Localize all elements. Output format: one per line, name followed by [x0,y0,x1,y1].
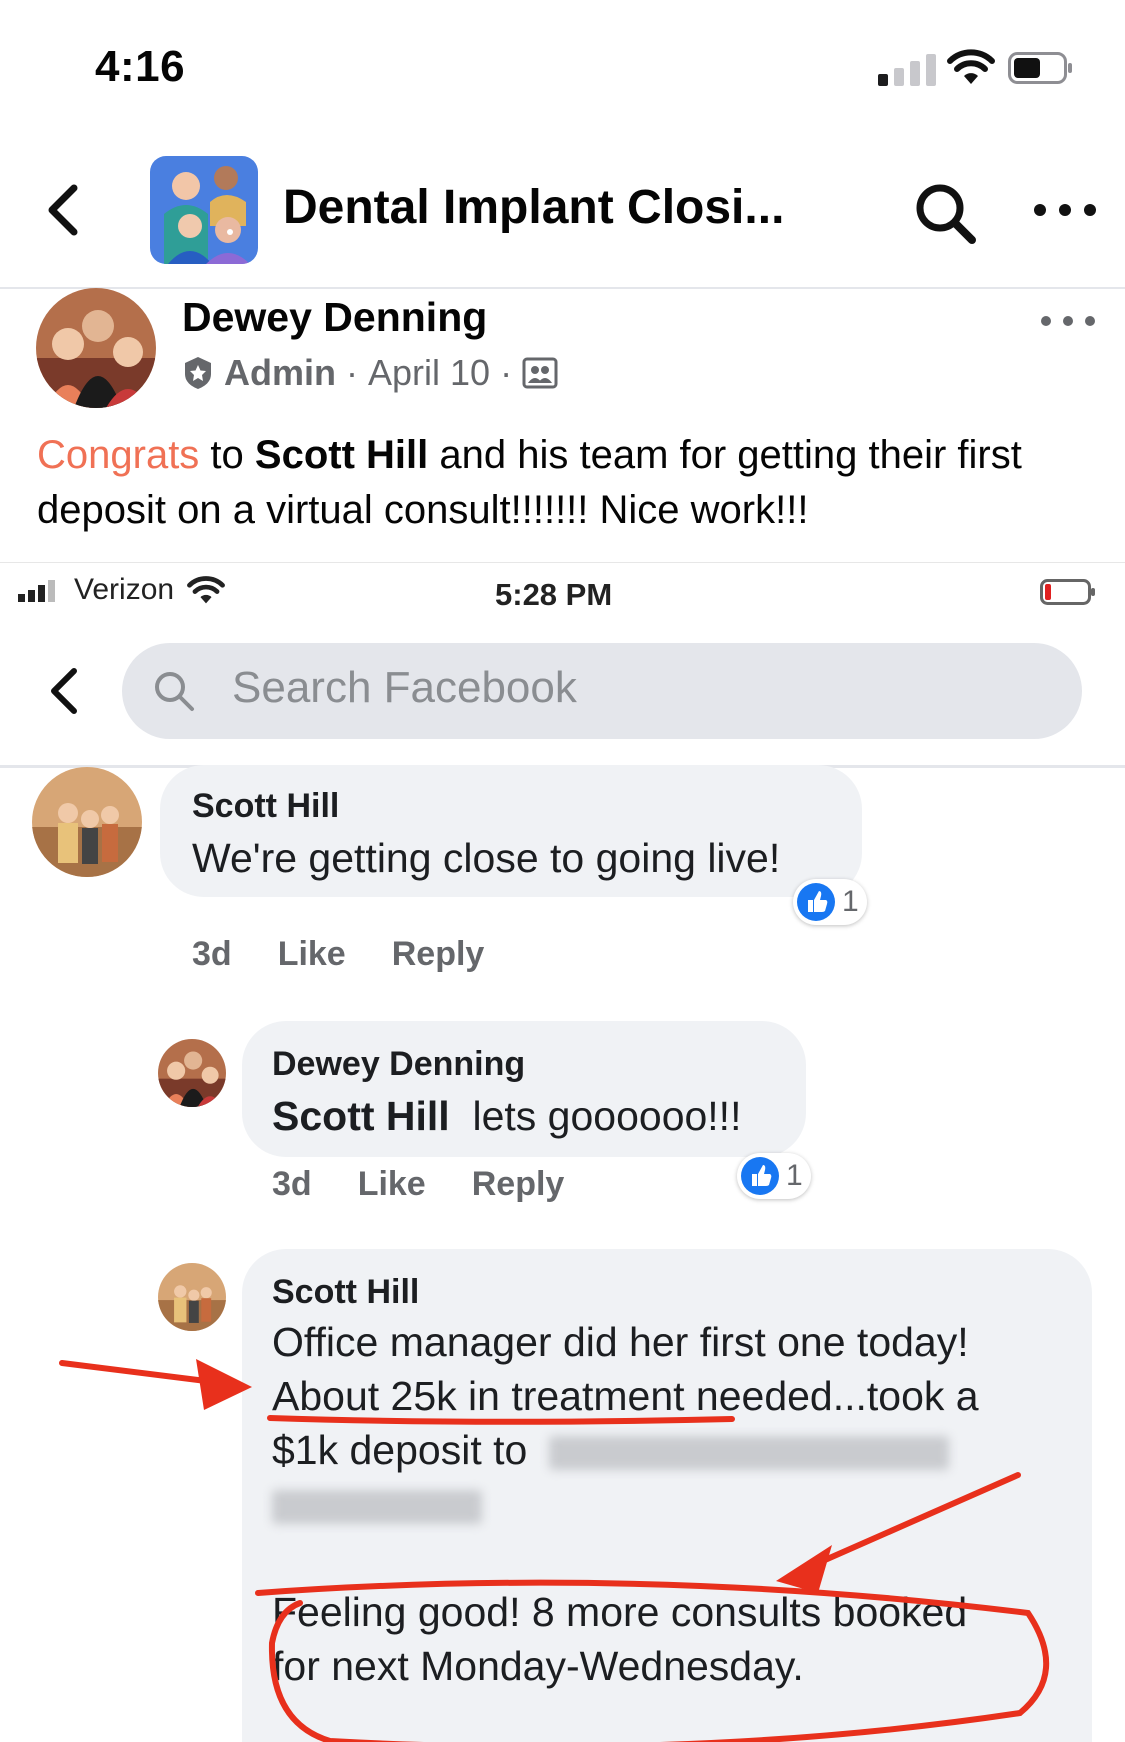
inner-wifi-icon [187,576,226,604]
reply-age: 3d [272,1165,312,1203]
comment-text: We're getting close to going live! [192,835,781,881]
inner-battery-icon [1040,579,1095,605]
reply-text: lets goooooo!!! [472,1093,742,1139]
header-divider [0,287,1125,289]
post-text-to: to [199,433,255,477]
redacted-text-2 [272,1490,482,1525]
mention-scott-hill[interactable]: Scott Hill [255,433,428,477]
attached-screenshot[interactable]: Verizon 5:28 PM Search Facebook Scott Hi… [0,562,1125,1742]
reply-text-line: Scott Hill lets goooooo!!! [272,1089,741,1143]
inner-time: 5:28 PM [495,577,613,612]
comment-age: 3d [192,935,232,973]
battery-icon [1008,52,1072,84]
like-button[interactable]: Like [278,935,346,974]
commenter-avatar[interactable] [32,767,142,877]
inner-search-icon [155,672,194,711]
author-name[interactable]: Dewey Denning [182,294,487,341]
reply-button[interactable]: Reply [472,1165,565,1204]
comment-bubble: Scott Hill We're getting close to going … [160,765,862,897]
inner-status-left: Verizon [18,573,226,607]
long-reply-bubble: Scott Hill Office manager did her first … [242,1249,1092,1742]
inner-carrier: Verizon [74,573,175,606]
post-more-icon[interactable] [1038,306,1098,336]
congrats-word: Congrats [37,433,200,477]
inner-signal-icon [18,580,55,602]
group-avatar[interactable] [150,156,258,264]
redacted-text [548,1436,949,1471]
admin-badge-icon [185,357,211,389]
long-reply-line-2: About 25k in treatment needed...took a [272,1373,979,1419]
long-reply-author[interactable]: Scott Hill [272,1273,419,1312]
long-reply-line-4 [272,1477,482,1531]
inner-search-bar[interactable]: Search Facebook [122,643,1082,739]
post-body: Congrats to Scott Hill and his team for … [37,428,1097,538]
like-button[interactable]: Like [358,1165,426,1204]
comment-actions: 3d Like Reply [192,935,530,974]
reply-button[interactable]: Reply [392,935,485,974]
reply-author-avatar[interactable] [158,1039,226,1107]
reply-author[interactable]: Dewey Denning [272,1045,525,1084]
status-time: 4:16 [95,42,186,91]
author-avatar[interactable] [36,288,156,408]
comment-reactions[interactable]: 1 [793,879,867,925]
inner-back-icon[interactable] [44,665,84,717]
reaction-count: 1 [786,1159,803,1192]
meta-separator-2: · [500,352,513,393]
long-reply-line-1: Office manager did her first one today! [272,1319,969,1365]
wifi-icon [947,49,995,84]
admin-label: Admin [224,352,336,393]
arrow-left [59,1360,241,1388]
reply-mention[interactable]: Scott Hill [272,1093,450,1139]
meta-separator: · [346,352,358,393]
search-icon[interactable] [910,178,982,250]
post-meta: Admin · April 10 · [182,352,558,394]
post-date[interactable]: April 10 [368,352,490,394]
reaction-count: 1 [842,885,859,918]
group-title[interactable]: Dental Implant Closi... [283,180,784,235]
reply-actions: 3d Like Reply [272,1165,610,1204]
reply-bubble: Dewey Denning Scott Hill lets goooooo!!! [242,1021,806,1157]
back-button[interactable] [38,180,88,240]
reply-author-avatar[interactable] [158,1263,226,1331]
inner-search-placeholder: Search Facebook [232,663,577,712]
long-reply-line-5: Feeling good! 8 more consults booked [272,1589,968,1635]
long-reply-line-6: for next Monday-Wednesday. [272,1643,804,1689]
like-reaction-icon [741,1157,779,1195]
long-reply-line-3: $1k deposit to [272,1423,949,1477]
reply-reactions[interactable]: 1 [737,1153,811,1199]
more-options-icon[interactable] [1030,190,1100,230]
long-reply-line-3-text: $1k deposit to [272,1427,528,1473]
comment-author[interactable]: Scott Hill [192,787,339,826]
like-reaction-icon [797,883,835,921]
group-audience-icon [522,357,558,389]
cellular-signal-icon [878,52,938,86]
